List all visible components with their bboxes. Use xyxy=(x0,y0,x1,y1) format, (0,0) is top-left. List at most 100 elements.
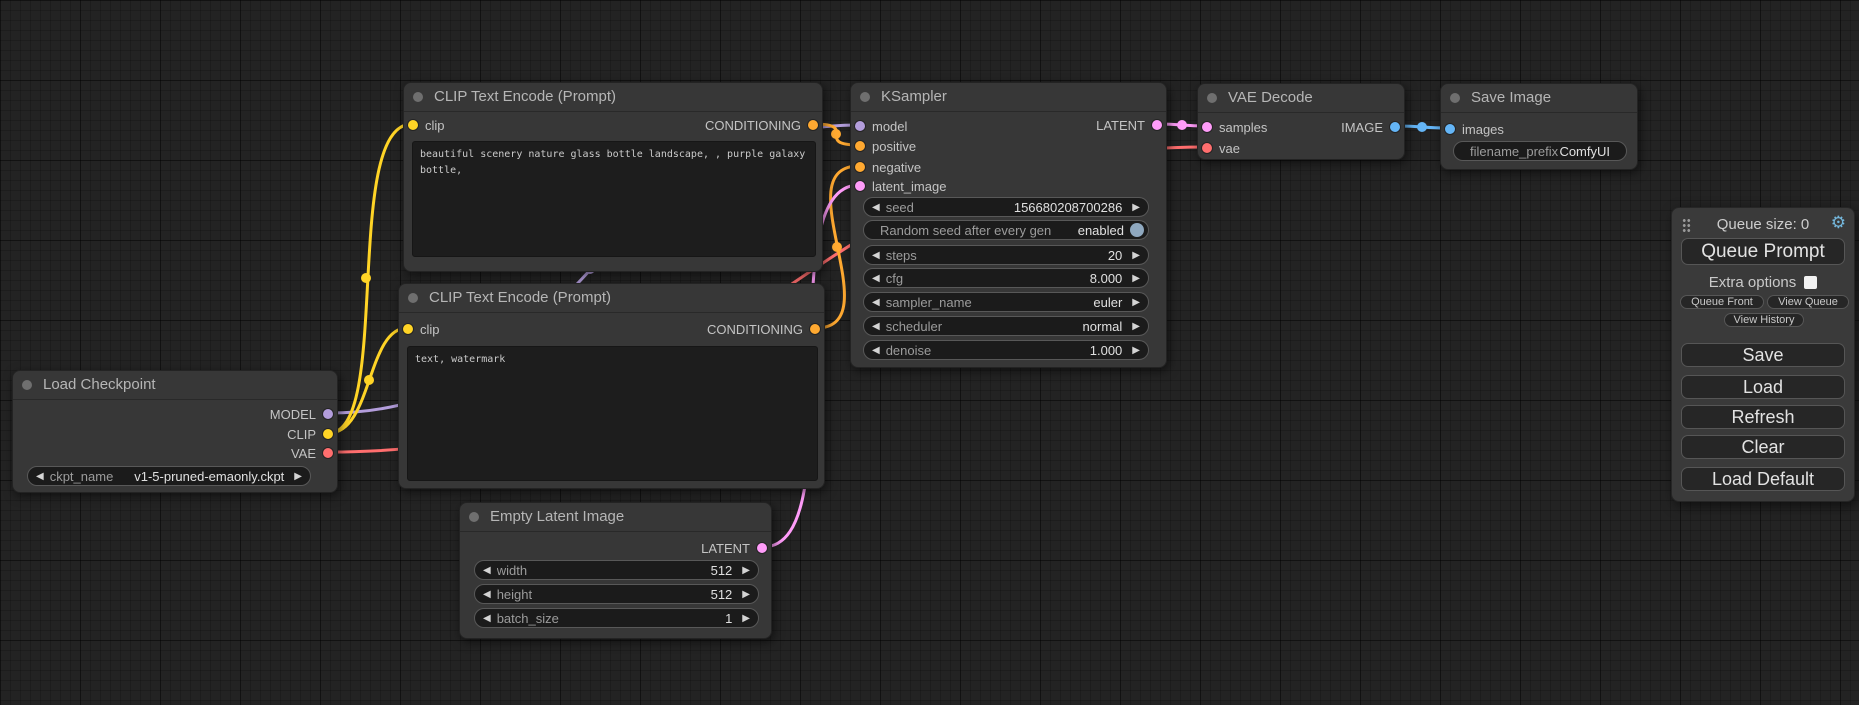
input-slot-vae[interactable] xyxy=(1202,143,1212,153)
toggle-icon[interactable] xyxy=(1130,223,1144,237)
node-title-bar[interactable]: KSampler xyxy=(851,83,1166,112)
output-slot-latent[interactable] xyxy=(757,543,767,553)
input-slot-images[interactable] xyxy=(1445,124,1455,134)
increment-arrow-icon[interactable]: ▶ xyxy=(1130,321,1142,332)
input-slot-clip[interactable] xyxy=(408,120,418,130)
node-title-bar[interactable]: CLIP Text Encode (Prompt) xyxy=(404,83,822,112)
load-default-button[interactable]: Load Default xyxy=(1681,467,1845,491)
collapse-dot-icon[interactable] xyxy=(22,380,32,390)
increment-arrow-icon[interactable]: ▶ xyxy=(1130,297,1142,308)
decrement-arrow-icon[interactable]: ◀ xyxy=(481,613,493,624)
output-slot-clip[interactable] xyxy=(323,429,333,439)
increment-arrow-icon[interactable]: ▶ xyxy=(1130,345,1142,356)
link-dot xyxy=(831,129,841,139)
input-slot-samples[interactable] xyxy=(1202,122,1212,132)
collapse-dot-icon[interactable] xyxy=(469,512,479,522)
node-title: VAE Decode xyxy=(1228,84,1313,112)
output-slot-model[interactable] xyxy=(323,409,333,419)
collapse-dot-icon[interactable] xyxy=(408,293,418,303)
decrement-arrow-icon[interactable]: ◀ xyxy=(481,565,493,576)
width-widget[interactable]: ◀ width 512 ▶ xyxy=(474,560,759,580)
increment-arrow-icon[interactable]: ▶ xyxy=(1130,202,1142,213)
input-slot-model[interactable] xyxy=(855,121,865,131)
steps-widget[interactable]: ◀ steps 20 ▶ xyxy=(863,245,1149,265)
node-load-checkpoint[interactable]: Load Checkpoint MODEL CLIP VAE ◀ ckpt_na… xyxy=(12,370,338,493)
output-label: MODEL xyxy=(270,407,316,422)
node-empty-latent-image[interactable]: Empty Latent Image LATENT ◀ width 512 ▶ … xyxy=(459,502,772,639)
decrement-arrow-icon[interactable]: ◀ xyxy=(870,297,882,308)
filename-prefix-widget[interactable]: filename_prefix ComfyUI xyxy=(1453,141,1627,161)
output-label: LATENT xyxy=(701,541,750,556)
node-title-bar[interactable]: VAE Decode xyxy=(1198,84,1404,113)
node-title-bar[interactable]: Save Image xyxy=(1441,84,1637,113)
decrement-arrow-icon[interactable]: ◀ xyxy=(870,345,882,356)
input-slot-negative[interactable] xyxy=(855,162,865,172)
refresh-button[interactable]: Refresh xyxy=(1681,405,1845,429)
prompt-textarea[interactable]: beautiful scenery nature glass bottle la… xyxy=(412,141,816,257)
node-title-bar[interactable]: Load Checkpoint xyxy=(13,371,337,400)
output-slot-conditioning[interactable] xyxy=(808,120,818,130)
increment-arrow-icon[interactable]: ▶ xyxy=(740,613,752,624)
output-slot-image[interactable] xyxy=(1390,122,1400,132)
increment-arrow-icon[interactable]: ▶ xyxy=(740,565,752,576)
input-label: clip xyxy=(425,118,445,133)
output-slot-vae[interactable] xyxy=(323,448,333,458)
view-history-button[interactable]: View History xyxy=(1724,313,1804,327)
input-slot-positive[interactable] xyxy=(855,141,865,151)
node-save-image[interactable]: Save Image images filename_prefix ComfyU… xyxy=(1440,83,1638,170)
input-label: clip xyxy=(420,322,440,337)
collapse-dot-icon[interactable] xyxy=(1207,93,1217,103)
sampler-name-widget[interactable]: ◀ sampler_name euler ▶ xyxy=(863,292,1149,312)
decrement-arrow-icon[interactable]: ◀ xyxy=(870,321,882,332)
collapse-dot-icon[interactable] xyxy=(1450,93,1460,103)
increment-arrow-icon[interactable]: ▶ xyxy=(1130,250,1142,261)
decrement-arrow-icon[interactable]: ◀ xyxy=(34,471,46,482)
queue-prompt-button[interactable]: Queue Prompt xyxy=(1681,238,1845,265)
save-button[interactable]: Save xyxy=(1681,343,1845,367)
clear-button[interactable]: Clear xyxy=(1681,435,1845,459)
denoise-widget[interactable]: ◀ denoise 1.000 ▶ xyxy=(863,340,1149,360)
link-dot xyxy=(361,273,371,283)
ckpt-name-widget[interactable]: ◀ ckpt_name v1-5-pruned-emaonly.ckpt ▶ xyxy=(27,466,311,486)
output-slot-latent[interactable] xyxy=(1152,120,1162,130)
decrement-arrow-icon[interactable]: ◀ xyxy=(870,250,882,261)
increment-arrow-icon[interactable]: ▶ xyxy=(1130,273,1142,284)
prompt-textarea[interactable]: text, watermark xyxy=(407,346,818,481)
height-widget[interactable]: ◀ height 512 ▶ xyxy=(474,584,759,604)
extra-options-checkbox[interactable] xyxy=(1804,276,1817,289)
link-dot xyxy=(1417,122,1427,132)
input-slot-clip[interactable] xyxy=(403,324,413,334)
queue-panel[interactable]: Queue size: 0 ⚙ Queue Prompt Extra optio… xyxy=(1671,207,1855,502)
decrement-arrow-icon[interactable]: ◀ xyxy=(481,589,493,600)
decrement-arrow-icon[interactable]: ◀ xyxy=(870,273,882,284)
node-title-bar[interactable]: CLIP Text Encode (Prompt) xyxy=(399,284,824,313)
input-slot-latent-image[interactable] xyxy=(855,181,865,191)
output-slot-conditioning[interactable] xyxy=(810,324,820,334)
random-seed-toggle-widget[interactable]: Random seed after every gen enabled xyxy=(863,220,1149,240)
node-title: CLIP Text Encode (Prompt) xyxy=(429,284,611,312)
load-button[interactable]: Load xyxy=(1681,375,1845,399)
cfg-widget[interactable]: ◀ cfg 8.000 ▶ xyxy=(863,268,1149,288)
node-vae-decode[interactable]: VAE Decode samples vae IMAGE xyxy=(1197,83,1405,160)
comfyui-canvas[interactable]: { "colors": { "clip": "#FFD426", "model"… xyxy=(0,0,1859,705)
view-queue-button[interactable]: View Queue xyxy=(1767,295,1849,309)
extra-options-label: Extra options xyxy=(1709,274,1797,291)
node-title: CLIP Text Encode (Prompt) xyxy=(434,83,616,111)
seed-widget[interactable]: ◀ seed 156680208700286 ▶ xyxy=(863,197,1149,217)
link-dot xyxy=(364,375,374,385)
collapse-dot-icon[interactable] xyxy=(413,92,423,102)
increment-arrow-icon[interactable]: ▶ xyxy=(740,589,752,600)
node-clip-text-encode-negative[interactable]: CLIP Text Encode (Prompt) clip CONDITION… xyxy=(398,283,825,489)
scheduler-widget[interactable]: ◀ scheduler normal ▶ xyxy=(863,316,1149,336)
increment-arrow-icon[interactable]: ▶ xyxy=(292,471,304,482)
queue-front-button[interactable]: Queue Front xyxy=(1680,295,1764,309)
batch-size-widget[interactable]: ◀ batch_size 1 ▶ xyxy=(474,608,759,628)
gear-icon[interactable]: ⚙ xyxy=(1831,213,1846,233)
decrement-arrow-icon[interactable]: ◀ xyxy=(870,202,882,213)
output-label: CLIP xyxy=(287,427,316,442)
node-clip-text-encode-positive[interactable]: CLIP Text Encode (Prompt) clip CONDITION… xyxy=(403,82,823,272)
collapse-dot-icon[interactable] xyxy=(860,92,870,102)
node-title-bar[interactable]: Empty Latent Image xyxy=(460,503,771,532)
output-label: IMAGE xyxy=(1341,120,1383,135)
node-ksampler[interactable]: KSampler model positive negative latent_… xyxy=(850,82,1167,368)
